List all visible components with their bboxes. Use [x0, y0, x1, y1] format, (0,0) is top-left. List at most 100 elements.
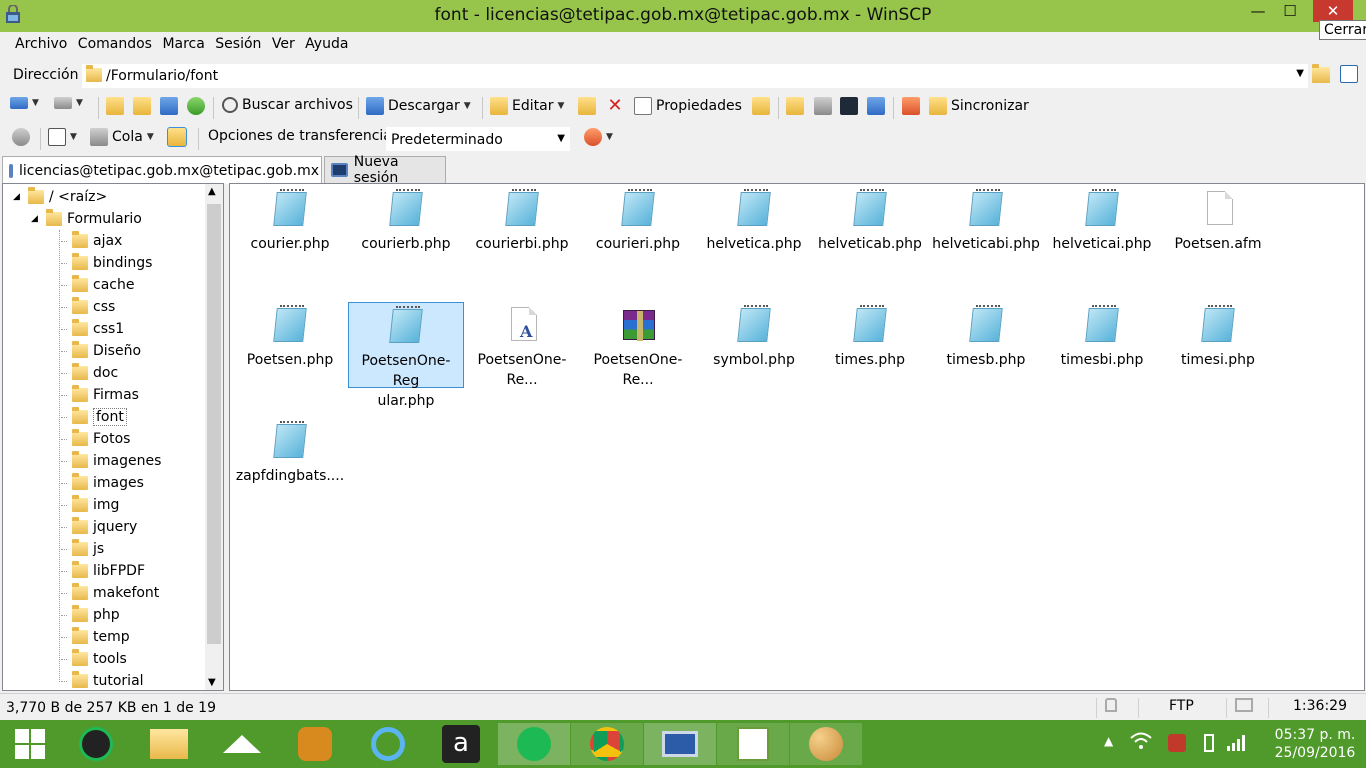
forward-button[interactable]: ▼	[54, 97, 83, 109]
rename-button[interactable]	[752, 97, 770, 115]
file-item[interactable]: helveticabi.php	[928, 186, 1044, 272]
tree-folder[interactable]: jquery	[61, 516, 137, 538]
taskbar-chrome[interactable]	[571, 723, 643, 765]
back-button[interactable]: ▼	[10, 97, 39, 109]
expand-icon[interactable]: ◢	[13, 192, 23, 202]
expand-icon[interactable]: ◢	[31, 214, 41, 224]
tree-folder[interactable]: img	[61, 494, 119, 516]
delete-button[interactable]: ✕	[606, 97, 624, 115]
start-button[interactable]	[0, 723, 60, 765]
file-item[interactable]: A PoetsenOne-Re...	[464, 302, 580, 388]
file-item[interactable]: symbol.php	[696, 302, 812, 388]
filter-icon[interactable]	[1340, 65, 1359, 83]
taskbar-explorer[interactable]	[133, 723, 205, 765]
battery-icon[interactable]	[1204, 734, 1214, 768]
file-item[interactable]: Poetsen.afm	[1160, 186, 1276, 272]
taskbar-notepad[interactable]	[717, 723, 789, 765]
tree-folder[interactable]: libFPDF	[61, 560, 145, 582]
file-item[interactable]: courierbi.php	[464, 186, 580, 272]
tree-scrollbar[interactable]: ▲ ▼	[205, 184, 223, 690]
tree-toggle-button[interactable]	[167, 127, 187, 147]
tree-folder[interactable]: bindings	[61, 252, 152, 274]
properties-button[interactable]: Propiedades	[634, 97, 742, 115]
close-button[interactable]: ✕	[1313, 0, 1353, 22]
synchronize-button[interactable]: Sincronizar	[929, 97, 1029, 115]
queue-button[interactable]: Cola ▼	[90, 128, 154, 146]
tab-session[interactable]: licencias@tetipac.gob.mx@tetipac.gob.mx	[2, 156, 322, 184]
taskbar-home[interactable]	[206, 723, 278, 765]
tree-folder[interactable]: ajax	[61, 230, 122, 252]
open-button[interactable]	[578, 97, 596, 115]
tree-folder[interactable]: doc	[61, 362, 118, 384]
putty-button[interactable]	[867, 97, 885, 115]
file-item[interactable]: helveticai.php	[1044, 186, 1160, 272]
menu-marca[interactable]: Marca	[159, 32, 207, 52]
tree-folder[interactable]: Diseño	[61, 340, 141, 362]
compare-button[interactable]	[902, 97, 920, 115]
taskbar-ie[interactable]	[352, 723, 424, 765]
wifi-icon[interactable]	[1130, 732, 1152, 768]
parent-dir-button[interactable]	[106, 97, 124, 115]
tree-root[interactable]: ◢ / <raíz>	[13, 186, 107, 208]
taskbar-paint[interactable]	[790, 723, 862, 765]
file-item[interactable]: timesi.php	[1160, 302, 1276, 388]
file-item[interactable]: helveticab.php	[812, 186, 928, 272]
transfer-settings-button[interactable]: ▼	[584, 128, 613, 146]
home-button[interactable]	[160, 97, 178, 115]
open-folder-icon[interactable]	[1312, 64, 1330, 83]
tree-folder[interactable]: tutorial	[61, 670, 144, 690]
tree-folder[interactable]: tools	[61, 648, 127, 670]
download-button[interactable]: Descargar ▼	[366, 97, 471, 115]
tree-folder[interactable]: imagenes	[61, 450, 161, 472]
signal-icon[interactable]	[1226, 734, 1246, 768]
edit-button[interactable]: Editar ▼	[490, 97, 564, 115]
transfer-preset-select[interactable]: Predeterminado ▼	[386, 127, 570, 151]
file-item[interactable]: timesbi.php	[1044, 302, 1160, 388]
new-file-button[interactable]	[814, 97, 832, 115]
scroll-down-icon[interactable]: ▼	[208, 677, 216, 688]
file-item[interactable]: courieri.php	[580, 186, 696, 272]
file-item[interactable]: zapfdingbats....	[232, 418, 348, 504]
tree-folder[interactable]: makefont	[61, 582, 159, 604]
menu-archivo[interactable]: Archivo	[12, 32, 70, 52]
menu-ayuda[interactable]: Ayuda	[302, 32, 351, 52]
menu-sesion[interactable]: Sesión	[212, 32, 264, 52]
maximize-button[interactable]: ☐	[1268, 0, 1312, 22]
preferences-button[interactable]	[12, 128, 30, 146]
tree-folder[interactable]: cache	[61, 274, 134, 296]
file-panel[interactable]: courier.php courierb.php courierbi.php cour…	[229, 183, 1365, 691]
taskbar-winscp[interactable]	[644, 723, 716, 765]
scroll-up-icon[interactable]: ▲	[208, 186, 216, 197]
root-dir-button[interactable]	[133, 97, 151, 115]
tree-folder[interactable]: css	[61, 296, 115, 318]
find-files-button[interactable]: Buscar archivos	[222, 97, 353, 113]
file-item[interactable]: timesb.php	[928, 302, 1044, 388]
menu-ver[interactable]: Ver	[269, 32, 298, 52]
tree-folder[interactable]: Firmas	[61, 384, 139, 406]
file-item[interactable]: times.php	[812, 302, 928, 388]
file-item[interactable]: Poetsen.php	[232, 302, 348, 388]
file-item[interactable]: courier.php	[232, 186, 348, 272]
menu-comandos[interactable]: Comandos	[75, 32, 155, 52]
refresh-button[interactable]	[187, 97, 205, 115]
show-hidden-icons[interactable]: ▲	[1104, 734, 1113, 768]
terminal-button[interactable]	[840, 97, 858, 115]
scroll-thumb[interactable]	[207, 204, 221, 644]
tree-folder[interactable]: js	[61, 538, 104, 560]
tree-formulario[interactable]: ◢ Formulario	[31, 208, 142, 230]
tree-folder[interactable]: php	[61, 604, 120, 626]
tree-folder[interactable]: Fotos	[61, 428, 130, 450]
tree-folder[interactable]: temp	[61, 626, 130, 648]
view-button[interactable]: ▼	[48, 128, 77, 146]
file-item[interactable]: PoetsenOne-Re...	[580, 302, 696, 388]
taskbar-spotify-2[interactable]	[498, 723, 570, 765]
system-clock[interactable]: 05:37 p. m. 25/09/2016	[1266, 726, 1364, 762]
chevron-down-icon[interactable]: ▼	[1296, 68, 1304, 79]
tree-folder[interactable]: css1	[61, 318, 124, 340]
taskbar-spotify-1[interactable]	[60, 723, 132, 765]
tree-folder[interactable]: font	[61, 406, 127, 428]
directory-tree[interactable]: ◢ / <raíz> ◢ Formulario ajax bindings cach…	[2, 183, 224, 691]
address-input[interactable]: /Formulario/font ▼	[82, 64, 1308, 88]
file-item[interactable]: courierb.php	[348, 186, 464, 272]
taskbar-amazon[interactable]: a	[425, 723, 497, 765]
